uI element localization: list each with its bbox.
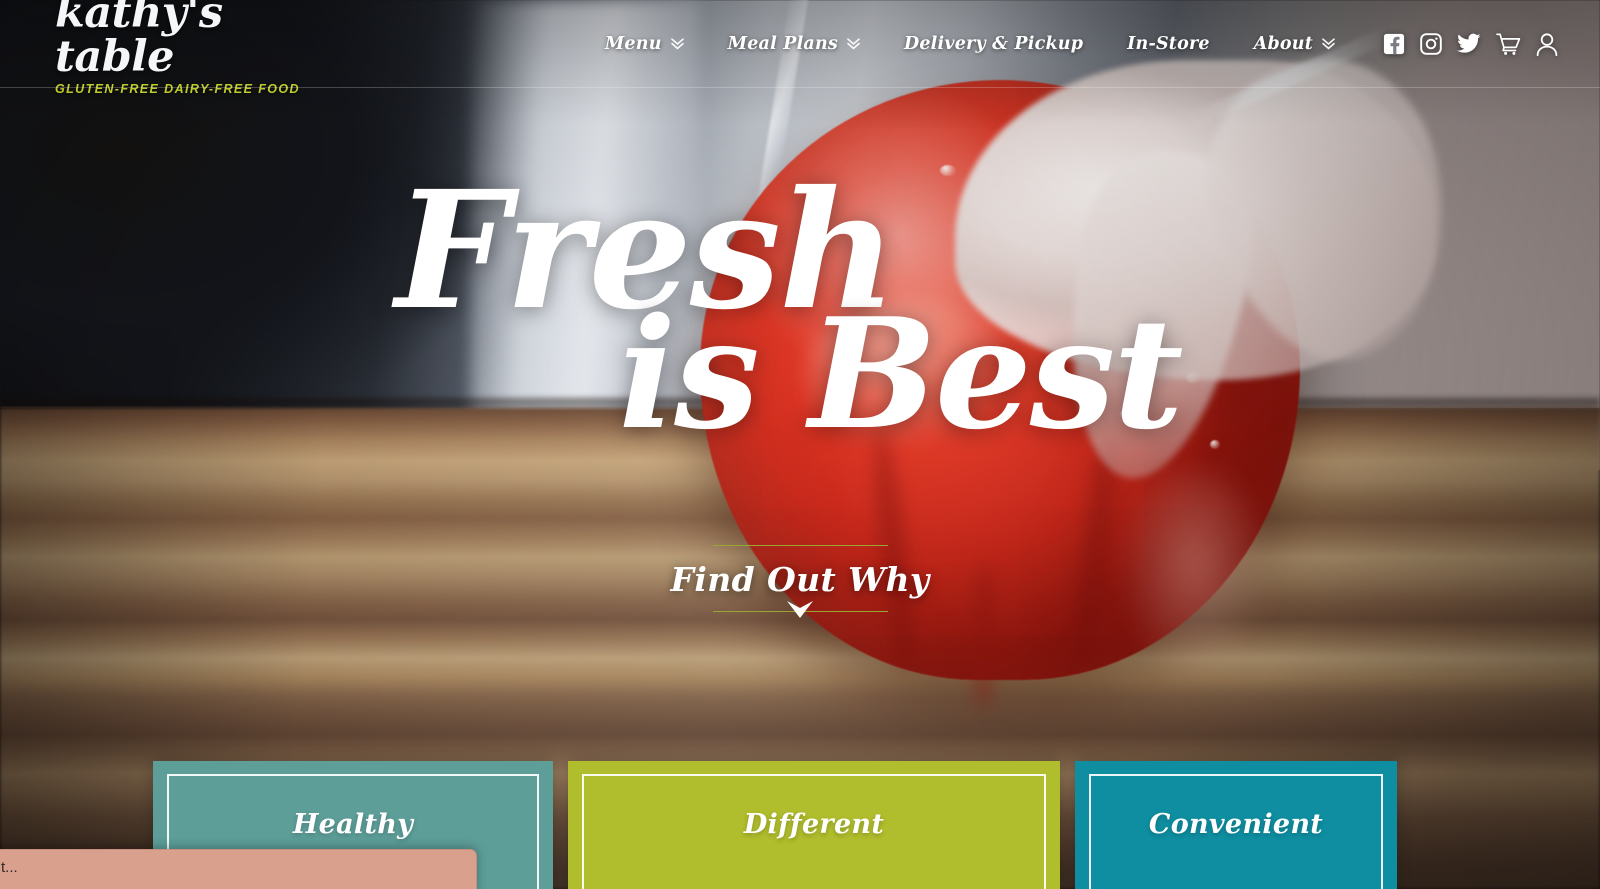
page-stage: kathy's table GLUTEN-FREE DAIRY-FREE FOO…	[0, 0, 1600, 889]
feature-card-different[interactable]: Different	[568, 761, 1060, 889]
cart-icon[interactable]	[1496, 32, 1521, 56]
logo-tagline: GLUTEN-FREE DAIRY-FREE FOOD	[55, 81, 300, 96]
account-icon[interactable]	[1536, 32, 1558, 56]
feature-card-label: Healthy	[292, 809, 414, 840]
instagram-icon[interactable]	[1420, 33, 1442, 55]
nav-item-meal-plans[interactable]: Meal Plans	[728, 34, 860, 54]
nav-item-delivery-pickup[interactable]: Delivery & Pickup	[904, 34, 1083, 54]
nav-label: In-Store	[1127, 34, 1210, 54]
nav-label: Delivery & Pickup	[903, 34, 1084, 54]
feature-card-convenient[interactable]: Convenient	[1075, 761, 1397, 889]
feature-card-label: Convenient	[1148, 809, 1324, 840]
social-and-utility-icons	[1383, 32, 1558, 56]
nav-item-in-store[interactable]: In-Store	[1127, 34, 1210, 54]
bottom-left-widget[interactable]: t...	[0, 849, 477, 889]
cta-bottom-group	[712, 601, 888, 618]
site-header: kathy's table GLUTEN-FREE DAIRY-FREE FOO…	[0, 0, 1600, 96]
cta-rule-top	[712, 545, 888, 546]
chevron-down-icon[interactable]	[785, 600, 815, 622]
logo-wordmark: kathy's table	[55, 0, 223, 82]
chevron-down-icon	[670, 38, 684, 50]
chevron-down-icon	[847, 38, 860, 50]
facebook-icon[interactable]	[1383, 33, 1405, 55]
find-out-why-button[interactable]: Find Out Why	[0, 545, 1600, 618]
nav-item-menu[interactable]: Menu	[605, 34, 684, 54]
cta-label: Find Out Why	[670, 560, 930, 599]
nav-label: About	[1253, 34, 1313, 54]
widget-text: t...	[1, 859, 18, 876]
chevron-down-icon	[1322, 38, 1335, 50]
site-logo[interactable]: kathy's table GLUTEN-FREE DAIRY-FREE FOO…	[55, 0, 355, 96]
twitter-icon[interactable]	[1457, 33, 1481, 55]
nav-label: Menu	[604, 34, 662, 54]
feature-card-label: Different	[743, 809, 885, 840]
nav-item-about[interactable]: About	[1254, 34, 1335, 54]
background-vignette	[0, 0, 1600, 889]
hero-background-image	[0, 0, 1600, 889]
main-navigation: Menu Meal Plans Delivery & Pickup In-Sto…	[583, 32, 1600, 56]
nav-label: Meal Plans	[727, 34, 838, 54]
